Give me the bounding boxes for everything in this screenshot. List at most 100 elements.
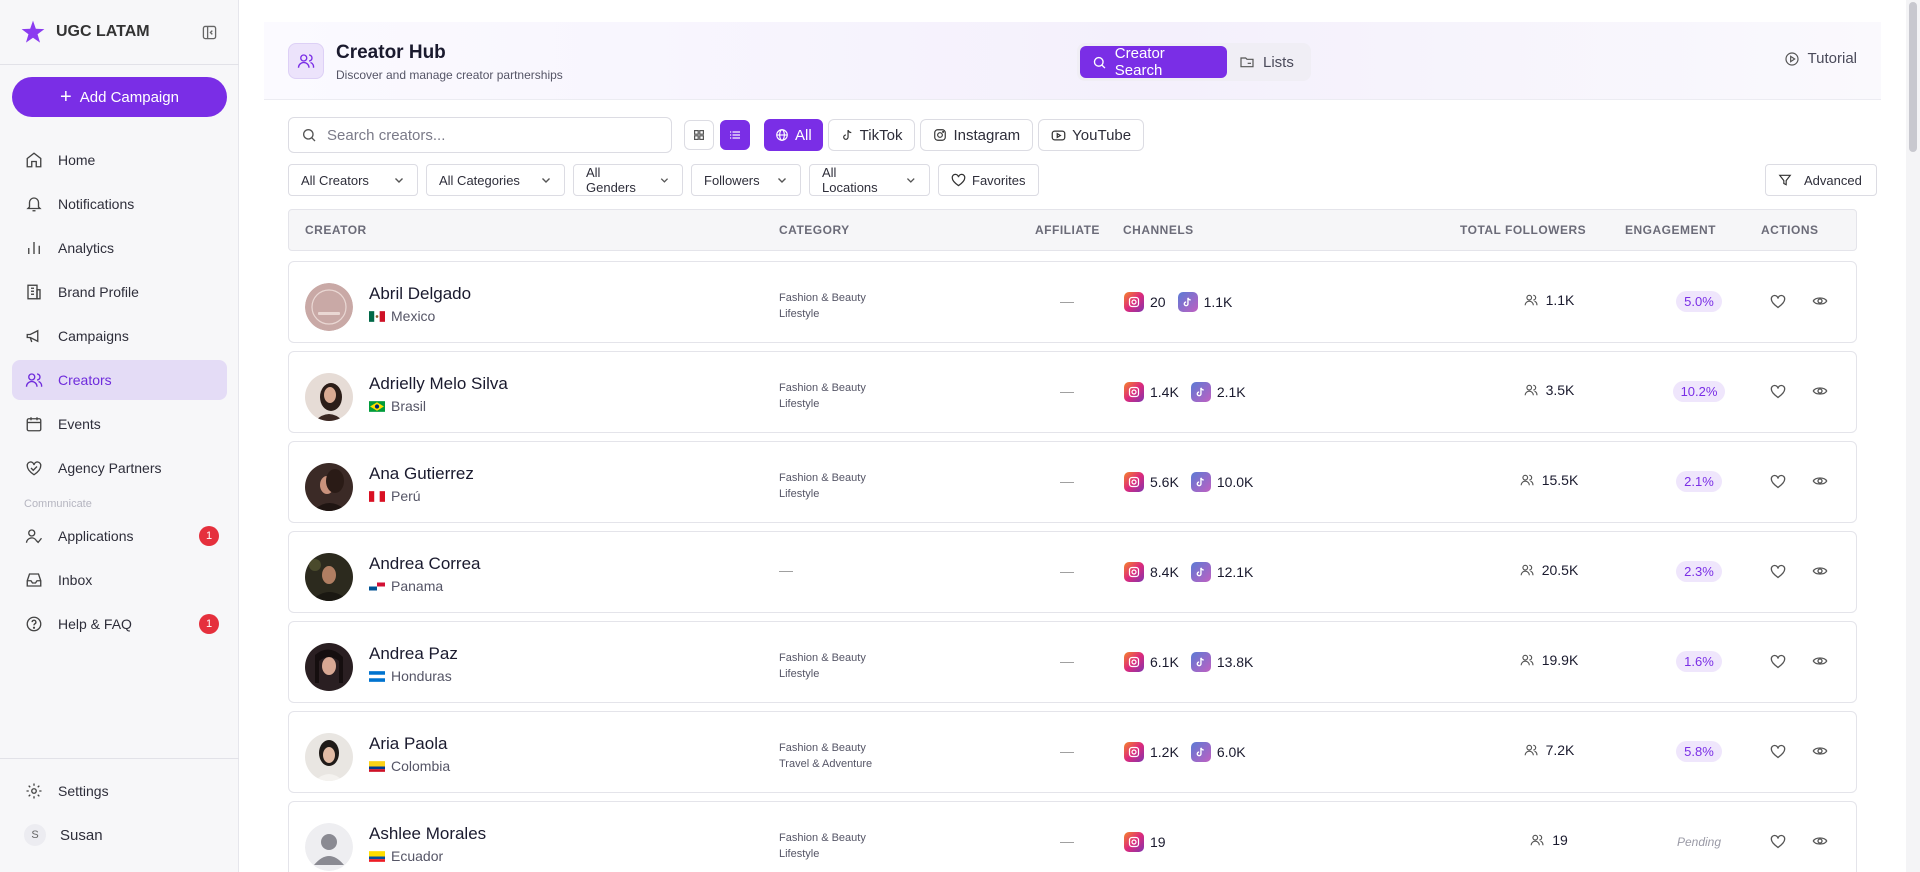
filter-label: Favorites [972,172,1026,188]
column-header-creator[interactable]: CREATOR [305,223,367,237]
column-header-engagement[interactable]: ENGAGEMENT [1625,223,1716,237]
creator-name[interactable]: Andrea Correa [369,554,481,574]
view-eye-icon[interactable] [1811,742,1829,760]
channels: 8.4K 12.1K [1124,562,1253,582]
sidebar-item-brand-profile[interactable]: Brand Profile [12,272,227,312]
sidebar-item-home[interactable]: Home [12,140,227,180]
youtube-icon [1051,130,1066,140]
table-row[interactable]: Abril Delgado Mexico Fashion & Beauty Lif… [288,261,1857,343]
column-header-category[interactable]: CATEGORY [779,223,850,237]
instagram-icon [1124,292,1144,312]
sidebar-item-analytics[interactable]: Analytics [12,228,227,268]
favorite-heart-icon[interactable] [1769,652,1787,670]
page-subtitle: Discover and manage creator partnerships [336,68,563,82]
avatar [305,283,353,331]
tiktok-followers: 10.0K [1216,474,1254,490]
table-row[interactable]: Ashlee Morales Ecuador Fashion & Beauty L… [288,801,1857,872]
creator-name[interactable]: Ana Gutierrez [369,464,474,484]
total-followers: 1.1K [1489,292,1609,308]
table-row[interactable]: Adrielly Melo Silva Brasil Fashion & Bea… [288,351,1857,433]
filter-categories-select[interactable]: All Categories [426,164,565,196]
affiliate-value: — [1060,473,1074,489]
engagement: 10.2% [1639,381,1759,402]
favorite-heart-icon[interactable] [1769,382,1787,400]
instagram-icon [1124,562,1144,582]
users-icon [1524,384,1538,396]
table-row[interactable]: Andrea Correa Panama — — 8.4K 12.1K 20.5… [288,531,1857,613]
view-eye-icon[interactable] [1811,472,1829,490]
view-eye-icon[interactable] [1811,562,1829,580]
list-view-button[interactable] [720,120,750,150]
row-actions [1769,652,1829,670]
tutorial-button[interactable]: Tutorial [1784,50,1857,67]
grid-view-button[interactable] [684,120,714,150]
tab-creator-search[interactable]: Creator Search [1080,45,1227,79]
column-header-affiliate[interactable]: AFFILIATE [1035,223,1100,237]
users-icon [1530,834,1544,846]
view-eye-icon[interactable] [1811,832,1829,850]
favorite-heart-icon[interactable] [1769,832,1787,850]
filter-followers-select[interactable]: Followers [691,164,801,196]
creator-categories: — [779,562,793,578]
view-eye-icon[interactable] [1811,292,1829,310]
creator-name[interactable]: Abril Delgado [369,284,471,304]
ecuador-flag-icon [369,850,385,862]
page-scrollbar[interactable] [1906,0,1920,872]
column-header-channels[interactable]: CHANNELS [1123,223,1194,237]
sidebar-item-events[interactable]: Events [12,404,227,444]
advanced-filters-button[interactable]: Advanced [1765,164,1877,196]
creator-name[interactable]: Ashlee Morales [369,824,486,844]
engagement: Pending [1639,831,1759,849]
main-content: Creator Hub Discover and manage creator … [240,0,1920,872]
sidebar-item-help-faq[interactable]: Help & FAQ 1 [12,604,227,644]
sidebar-item-applications[interactable]: Applications 1 [12,516,227,556]
table-row[interactable]: Aria Paola Colombia Fashion & Beauty Trav… [288,711,1857,793]
favorite-heart-icon[interactable] [1769,472,1787,490]
creator-name[interactable]: Andrea Paz [369,644,458,664]
engagement: 1.6% [1639,651,1759,672]
category-secondary: Lifestyle [779,308,820,320]
creator-name[interactable]: Aria Paola [369,734,447,754]
avatar [305,463,353,511]
sidebar-item-creators[interactable]: Creators [12,360,227,400]
filter-creators-select[interactable]: All Creators [288,164,418,196]
platform-filter-all[interactable]: All [764,119,823,151]
filter-genders-select[interactable]: All Genders [573,164,683,196]
divider [0,758,239,759]
sidebar-item-inbox[interactable]: Inbox [12,560,227,600]
platform-filter-youtube[interactable]: YouTube [1038,119,1145,151]
avatar [305,823,353,871]
sidebar-nav: Home Notifications Analytics Brand Profi… [12,140,227,648]
column-header-total-followers[interactable]: TOTAL FOLLOWERS [1460,223,1586,237]
sidebar-item-campaigns[interactable]: Campaigns [12,316,227,356]
scrollbar-thumb[interactable] [1909,2,1917,152]
creator-name[interactable]: Adrielly Melo Silva [369,374,508,394]
favorite-heart-icon[interactable] [1769,742,1787,760]
table-row[interactable]: Andrea Paz Honduras Fashion & Beauty Life… [288,621,1857,703]
sidebar-item-notifications[interactable]: Notifications [12,184,227,224]
user-profile[interactable]: S Susan [12,815,227,855]
favorites-filter-button[interactable]: Favorites [938,164,1039,196]
sidebar-item-agency-partners[interactable]: Agency Partners [12,448,227,488]
table-row[interactable]: Ana Gutierrez Perú Fashion & Beauty Lifes… [288,441,1857,523]
add-campaign-button[interactable]: + Add Campaign [12,77,227,117]
favorite-heart-icon[interactable] [1769,292,1787,310]
sidebar-bottom: Settings S Susan [12,771,227,855]
sidebar-collapse-icon[interactable] [200,23,218,41]
search-input[interactable] [327,126,647,144]
platform-filter-instagram[interactable]: Instagram [920,119,1034,151]
sidebar-item-settings[interactable]: Settings [12,771,227,811]
total-followers-value: 3.5K [1545,382,1575,398]
search-icon [303,129,316,142]
platform-filter-tiktok[interactable]: TikTok [827,119,916,151]
favorite-heart-icon[interactable] [1769,562,1787,580]
category-secondary: Travel & Adventure [779,758,873,770]
filter-locations-select[interactable]: All Locations [809,164,930,196]
view-eye-icon[interactable] [1811,382,1829,400]
creator-categories: Fashion & Beauty Lifestyle [779,380,866,412]
tiktok-icon [1190,472,1211,492]
avatar: S [24,824,46,846]
creator-location: Colombia [369,758,450,774]
view-eye-icon[interactable] [1811,652,1829,670]
tab-lists[interactable]: Lists [1227,46,1306,78]
